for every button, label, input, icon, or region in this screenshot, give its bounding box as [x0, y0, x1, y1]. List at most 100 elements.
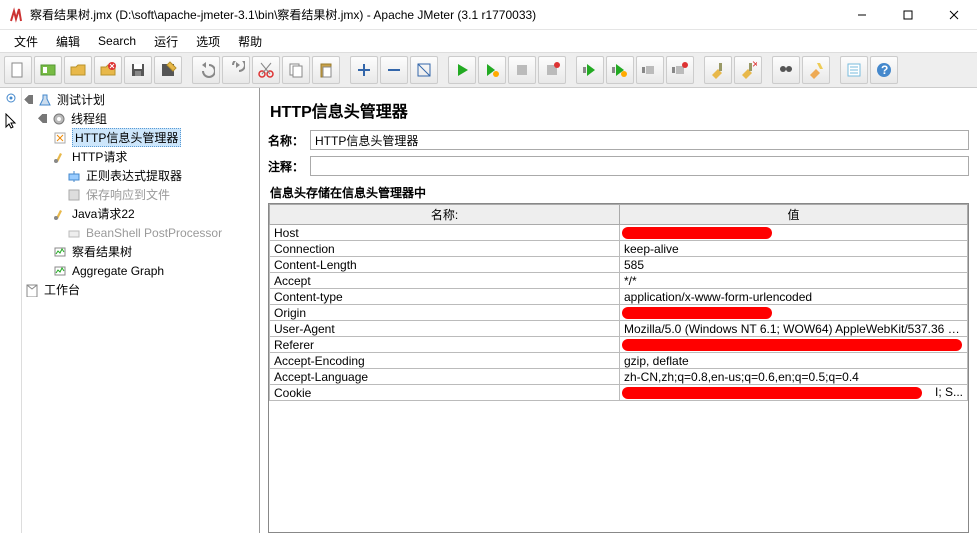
- close-button[interactable]: [931, 0, 977, 30]
- table-row[interactable]: Referer: [270, 337, 968, 353]
- tree[interactable]: 测试计划 线程组 HTTP信息头管理器 HTTP请求 正则表达式提取器: [22, 88, 259, 533]
- tree-node-workbench[interactable]: 工作台: [24, 280, 259, 299]
- header-value-cell[interactable]: [620, 337, 968, 353]
- header-name-cell[interactable]: Content-type: [270, 289, 620, 305]
- save-as-button[interactable]: [154, 56, 182, 84]
- header-value-cell[interactable]: application/x-www-form-urlencoded: [620, 289, 968, 305]
- table-row[interactable]: User-AgentMozilla/5.0 (Windows NT 6.1; W…: [270, 321, 968, 337]
- svg-text:?: ?: [881, 63, 888, 77]
- header-name-cell[interactable]: Cookie: [270, 385, 620, 401]
- open-button[interactable]: [64, 56, 92, 84]
- remote-start-all-button[interactable]: [606, 56, 634, 84]
- undo-button[interactable]: [192, 56, 220, 84]
- new-button[interactable]: [4, 56, 32, 84]
- copy-button[interactable]: [282, 56, 310, 84]
- header-name-cell[interactable]: Origin: [270, 305, 620, 321]
- tree-node-threadgroup[interactable]: 线程组: [24, 109, 259, 128]
- title-bar: 察看结果树.jmx (D:\soft\apache-jmeter-3.1\bin…: [0, 0, 977, 30]
- col-value[interactable]: 值: [620, 205, 968, 225]
- menu-help[interactable]: 帮助: [230, 31, 270, 52]
- start-no-pause-button[interactable]: [478, 56, 506, 84]
- paste-button[interactable]: [312, 56, 340, 84]
- tree-node-header-manager[interactable]: HTTP信息头管理器: [24, 128, 259, 147]
- header-value-cell[interactable]: Mozilla/5.0 (Windows NT 6.1; WOW64) Appl…: [620, 321, 968, 337]
- bookmark-icon: [5, 92, 17, 107]
- form-header: HTTP信息头管理器: [270, 98, 969, 122]
- tree-node-beanshell[interactable]: BeanShell PostProcessor: [24, 223, 259, 242]
- col-name[interactable]: 名称:: [270, 205, 620, 225]
- tree-node-http-request[interactable]: HTTP请求: [24, 147, 259, 166]
- gear-icon: [51, 111, 67, 127]
- templates-button[interactable]: [34, 56, 62, 84]
- remote-stop-button[interactable]: [636, 56, 664, 84]
- table-row[interactable]: Accept-Languagezh-CN,zh;q=0.8,en-us;q=0.…: [270, 369, 968, 385]
- menu-file[interactable]: 文件: [6, 31, 46, 52]
- table-row[interactable]: Cookie: [270, 385, 968, 401]
- header-value-cell[interactable]: gzip, deflate: [620, 353, 968, 369]
- header-value-cell[interactable]: 585: [620, 257, 968, 273]
- header-value-cell[interactable]: [620, 385, 968, 401]
- header-value-cell[interactable]: [620, 305, 968, 321]
- search-button[interactable]: [772, 56, 800, 84]
- table-row[interactable]: Content-Length585: [270, 257, 968, 273]
- cursor-icon: [4, 113, 18, 132]
- table-row[interactable]: Content-typeapplication/x-www-form-urlen…: [270, 289, 968, 305]
- tree-node-aggregate-graph[interactable]: Aggregate Graph: [24, 261, 259, 280]
- stop-button[interactable]: [508, 56, 536, 84]
- header-value-cell[interactable]: */*: [620, 273, 968, 289]
- clear-button[interactable]: [704, 56, 732, 84]
- remote-shutdown-button[interactable]: [666, 56, 694, 84]
- toggle-button[interactable]: [410, 56, 438, 84]
- tree-node-testplan[interactable]: 测试计划: [24, 90, 259, 109]
- header-name-cell[interactable]: Accept-Language: [270, 369, 620, 385]
- save-button[interactable]: [124, 56, 152, 84]
- help-button[interactable]: ?: [870, 56, 898, 84]
- table-row[interactable]: Connectionkeep-alive: [270, 241, 968, 257]
- cut-button[interactable]: [252, 56, 280, 84]
- comment-label: 注释：: [268, 158, 304, 175]
- function-helper-button[interactable]: [840, 56, 868, 84]
- table-row[interactable]: Origin: [270, 305, 968, 321]
- minimize-button[interactable]: [839, 0, 885, 30]
- sampler-icon: [52, 206, 68, 222]
- header-name-cell[interactable]: User-Agent: [270, 321, 620, 337]
- header-value-cell[interactable]: zh-CN,zh;q=0.8,en-us;q=0.6,en;q=0.5;q=0.…: [620, 369, 968, 385]
- tree-node-results-tree[interactable]: 察看结果树: [24, 242, 259, 261]
- name-input[interactable]: [310, 130, 969, 150]
- start-button[interactable]: [448, 56, 476, 84]
- header-name-cell[interactable]: Connection: [270, 241, 620, 257]
- header-value-cell[interactable]: [620, 225, 968, 241]
- table-row[interactable]: Accept*/*: [270, 273, 968, 289]
- header-value-cell[interactable]: keep-alive: [620, 241, 968, 257]
- maximize-button[interactable]: [885, 0, 931, 30]
- close-file-button[interactable]: [94, 56, 122, 84]
- menu-options[interactable]: 选项: [188, 31, 228, 52]
- table-row[interactable]: Host: [270, 225, 968, 241]
- reset-search-button[interactable]: [802, 56, 830, 84]
- shutdown-button[interactable]: [538, 56, 566, 84]
- menu-search[interactable]: Search: [90, 32, 144, 50]
- header-name-cell[interactable]: Accept: [270, 273, 620, 289]
- table-row[interactable]: Accept-Encodinggzip, deflate: [270, 353, 968, 369]
- comment-input[interactable]: [310, 156, 969, 176]
- workbench-icon: [24, 282, 40, 298]
- header-name-cell[interactable]: Referer: [270, 337, 620, 353]
- header-name-cell[interactable]: Content-Length: [270, 257, 620, 273]
- collapse-button[interactable]: [380, 56, 408, 84]
- redo-button[interactable]: [222, 56, 250, 84]
- remote-start-button[interactable]: [576, 56, 604, 84]
- tree-node-regex-extractor[interactable]: 正则表达式提取器: [24, 166, 259, 185]
- header-name-cell[interactable]: Accept-Encoding: [270, 353, 620, 369]
- expand-button[interactable]: [350, 56, 378, 84]
- headers-table[interactable]: 名称: 值 HostConnectionkeep-aliveContent-Le…: [269, 204, 968, 401]
- sampler-icon: [52, 149, 68, 165]
- menu-bar: 文件 编辑 Search 运行 选项 帮助: [0, 30, 977, 52]
- toolbar: × ?: [0, 52, 977, 88]
- header-name-cell[interactable]: Host: [270, 225, 620, 241]
- tree-node-save-response[interactable]: 保存响应到文件: [24, 185, 259, 204]
- window-title: 察看结果树.jmx (D:\soft\apache-jmeter-3.1\bin…: [30, 6, 839, 23]
- clear-all-button[interactable]: ×: [734, 56, 762, 84]
- menu-edit[interactable]: 编辑: [48, 31, 88, 52]
- tree-node-java-request[interactable]: Java请求22: [24, 204, 259, 223]
- menu-run[interactable]: 运行: [146, 31, 186, 52]
